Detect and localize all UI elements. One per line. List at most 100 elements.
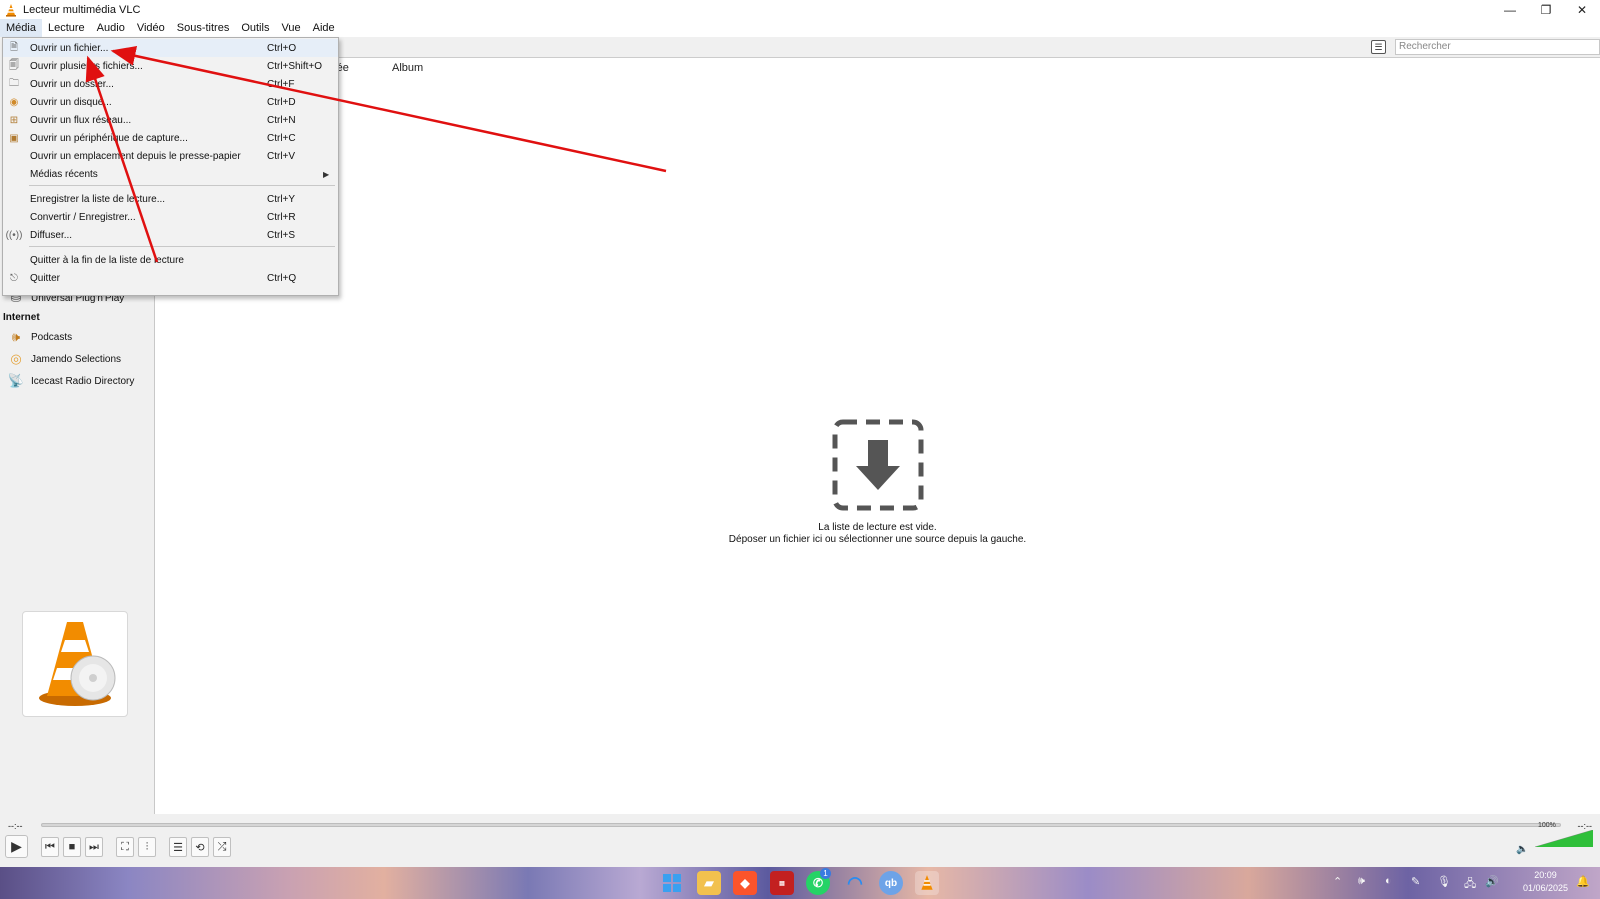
menu-item-convert[interactable]: Convertir / Enregistrer... Ctrl+R xyxy=(3,208,338,226)
folder-icon: 🗀 xyxy=(9,77,19,89)
next-icon: ⏭ xyxy=(89,840,99,853)
network-icon: ⊞ xyxy=(9,114,19,126)
menu-item-recent-media[interactable]: Médias récents ▶ xyxy=(3,165,338,183)
speaker-icon[interactable]: 🔈 xyxy=(1516,844,1528,855)
voice-writer-icon[interactable]: ▤ xyxy=(770,871,794,895)
tray-mic-icon[interactable]: 🎙 xyxy=(1437,875,1451,888)
close-button[interactable]: ✕ xyxy=(1564,0,1600,19)
windows-start-icon[interactable] xyxy=(660,871,684,895)
search-input[interactable]: Rechercher xyxy=(1395,39,1600,55)
vlc-cone-icon xyxy=(6,3,16,17)
menu-tools[interactable]: Outils xyxy=(235,19,275,37)
view-mode-icon[interactable]: ☰ xyxy=(1371,40,1386,54)
seek-slider[interactable] xyxy=(41,823,1561,827)
fullscreen-icon: ⛶ xyxy=(121,840,129,853)
menu-lecture[interactable]: Lecture xyxy=(42,19,91,37)
menu-item-stream[interactable]: ((•)) Diffuser... Ctrl+S xyxy=(3,226,338,244)
tray-pen-icon[interactable]: ✎ xyxy=(1411,875,1420,888)
sidebar-group-internet: Internet xyxy=(3,312,40,323)
media-menu-dropdown: 🗎 Ouvrir un fichier... Ctrl+O 🗐 Ouvrir p… xyxy=(2,37,339,296)
equalizer-icon: ⫶ xyxy=(145,840,149,853)
playlist-toolbar: ☰ Rechercher xyxy=(155,37,1600,58)
menu-subtitles[interactable]: Sous-titres xyxy=(171,19,236,37)
empty-line-2: Déposer un fichier ici ou sélectionner u… xyxy=(728,534,1027,545)
menu-item-quit-at-end[interactable]: Quitter à la fin de la liste de lecture xyxy=(3,251,338,269)
vlc-logo-icon xyxy=(39,622,116,706)
next-button[interactable]: ⏭ xyxy=(85,837,103,857)
taskbar-clock[interactable]: 20:09 01/06/2025 xyxy=(1523,869,1568,895)
file-icon: 🗎 xyxy=(9,41,19,53)
minimize-button[interactable]: — xyxy=(1492,0,1528,19)
tray-audio-icon[interactable]: 🕪 xyxy=(1358,875,1365,888)
menu-media[interactable]: Média xyxy=(0,19,42,37)
arc-browser-icon[interactable]: ◠ xyxy=(843,871,867,895)
fullscreen-button[interactable]: ⛶ xyxy=(116,837,134,857)
empty-playlist-message: La liste de lecture est vide. Déposer un… xyxy=(700,522,1055,546)
menu-item-open-clipboard[interactable]: Ouvrir un emplacement depuis le presse-p… xyxy=(3,147,338,165)
qbittorrent-icon[interactable]: qb xyxy=(879,871,903,895)
playlist-toggle-button[interactable]: ☰ xyxy=(169,837,187,857)
brave-browser-icon[interactable]: ◆ xyxy=(733,871,757,895)
shuffle-button[interactable]: ⤮ xyxy=(213,837,231,857)
previous-button[interactable]: ⏮ xyxy=(41,837,59,857)
tray-app-icon[interactable]: ◐ xyxy=(1385,875,1392,887)
menu-view[interactable]: Vue xyxy=(275,19,306,37)
menu-bar: Média Lecture Audio Vidéo Sous-titres Ou… xyxy=(0,19,1600,37)
capture-icon: ▣ xyxy=(9,132,19,144)
exit-icon: ⎋ xyxy=(10,272,18,284)
extended-settings-button[interactable]: ⫶ xyxy=(138,837,156,857)
menu-item-quit[interactable]: ⎋ Quitter Ctrl+Q xyxy=(3,269,338,287)
clock-date: 01/06/2025 xyxy=(1522,883,1568,893)
volume-slider[interactable] xyxy=(1535,830,1593,847)
jamendo-icon: ◎ xyxy=(10,351,22,366)
radio-icon: 📡 xyxy=(7,373,25,388)
menu-video[interactable]: Vidéo xyxy=(131,19,171,37)
sidebar-item-jamendo[interactable]: ◎ Jamendo Selections xyxy=(8,351,121,367)
sidebar-item-label: Icecast Radio Directory xyxy=(31,375,135,387)
menu-separator xyxy=(29,246,335,247)
playlist-column-headers: rée Album xyxy=(155,58,1600,78)
loop-button[interactable]: ⟲ xyxy=(191,837,209,857)
empty-line-1: La liste de lecture est vide. xyxy=(818,522,937,533)
menu-item-open-multiple[interactable]: 🗐 Ouvrir plusieurs fichiers... Ctrl+Shif… xyxy=(3,57,338,75)
clock-time: 20:09 xyxy=(1534,870,1557,880)
tray-overflow-icon[interactable]: ⌃ xyxy=(1333,875,1342,888)
menu-item-open-folder[interactable]: 🗀 Ouvrir un dossier... Ctrl+F xyxy=(3,75,338,93)
maximize-button[interactable]: ❐ xyxy=(1528,0,1564,19)
submenu-arrow-icon: ▶ xyxy=(323,169,330,179)
loop-icon: ⟲ xyxy=(195,841,205,854)
stream-icon: ((•)) xyxy=(5,229,23,241)
menu-item-open-disc[interactable]: ◉ Ouvrir un disque... Ctrl+D xyxy=(3,93,338,111)
play-icon: ▶ xyxy=(11,838,22,854)
disc-icon: ◉ xyxy=(9,96,19,108)
windows-taskbar: ▰ ◆ ▤ ✆ 1 ◠ qb ⌃ 🕪 ◐ ✎ 🎙 🖧 🔊 20:09 01/06… xyxy=(0,867,1600,899)
podcast-icon: 🕪 xyxy=(11,329,21,344)
volume-percent: 100% xyxy=(1538,822,1556,829)
menu-help[interactable]: Aide xyxy=(307,19,341,37)
menu-item-open-file[interactable]: 🗎 Ouvrir un fichier... Ctrl+O xyxy=(3,39,338,57)
tray-network-icon[interactable]: 🖧 xyxy=(1464,875,1476,894)
previous-icon: ⏮ xyxy=(45,840,55,853)
tray-volume-icon[interactable]: 🔊 xyxy=(1485,875,1499,888)
vlc-taskbar-icon[interactable] xyxy=(915,871,939,895)
album-art xyxy=(22,611,128,717)
drop-here-icon xyxy=(832,419,924,511)
notification-bell-icon[interactable]: 🔔 xyxy=(1576,875,1590,888)
stop-icon: ■ xyxy=(68,841,76,853)
column-album[interactable]: Album xyxy=(392,62,423,74)
menu-item-save-playlist[interactable]: Enregistrer la liste de lecture... Ctrl+… xyxy=(3,190,338,208)
stop-button[interactable]: ■ xyxy=(63,837,81,857)
menu-item-open-network[interactable]: ⊞ Ouvrir un flux réseau... Ctrl+N xyxy=(3,111,338,129)
player-controls: --:-- --:-- ▶ ⏮ ■ ⏭ ⛶ ⫶ ☰ ⟲ ⤮ 🔈 100% xyxy=(0,814,1600,867)
sidebar-item-label: Jamendo Selections xyxy=(31,353,122,365)
sidebar-item-icecast[interactable]: 📡 Icecast Radio Directory xyxy=(8,373,134,389)
menu-item-open-capture[interactable]: ▣ Ouvrir un périphérique de capture... C… xyxy=(3,129,338,147)
window-controls: — ❐ ✕ xyxy=(1492,0,1600,19)
sidebar-item-label: Podcasts xyxy=(31,331,73,343)
notification-badge: 1 xyxy=(820,868,831,879)
sidebar-item-podcasts[interactable]: 🕪 Podcasts xyxy=(8,329,72,345)
play-button[interactable]: ▶ xyxy=(5,835,28,858)
file-explorer-icon[interactable]: ▰ xyxy=(697,871,721,895)
shuffle-icon: ⤮ xyxy=(217,840,227,853)
menu-audio[interactable]: Audio xyxy=(91,19,131,37)
